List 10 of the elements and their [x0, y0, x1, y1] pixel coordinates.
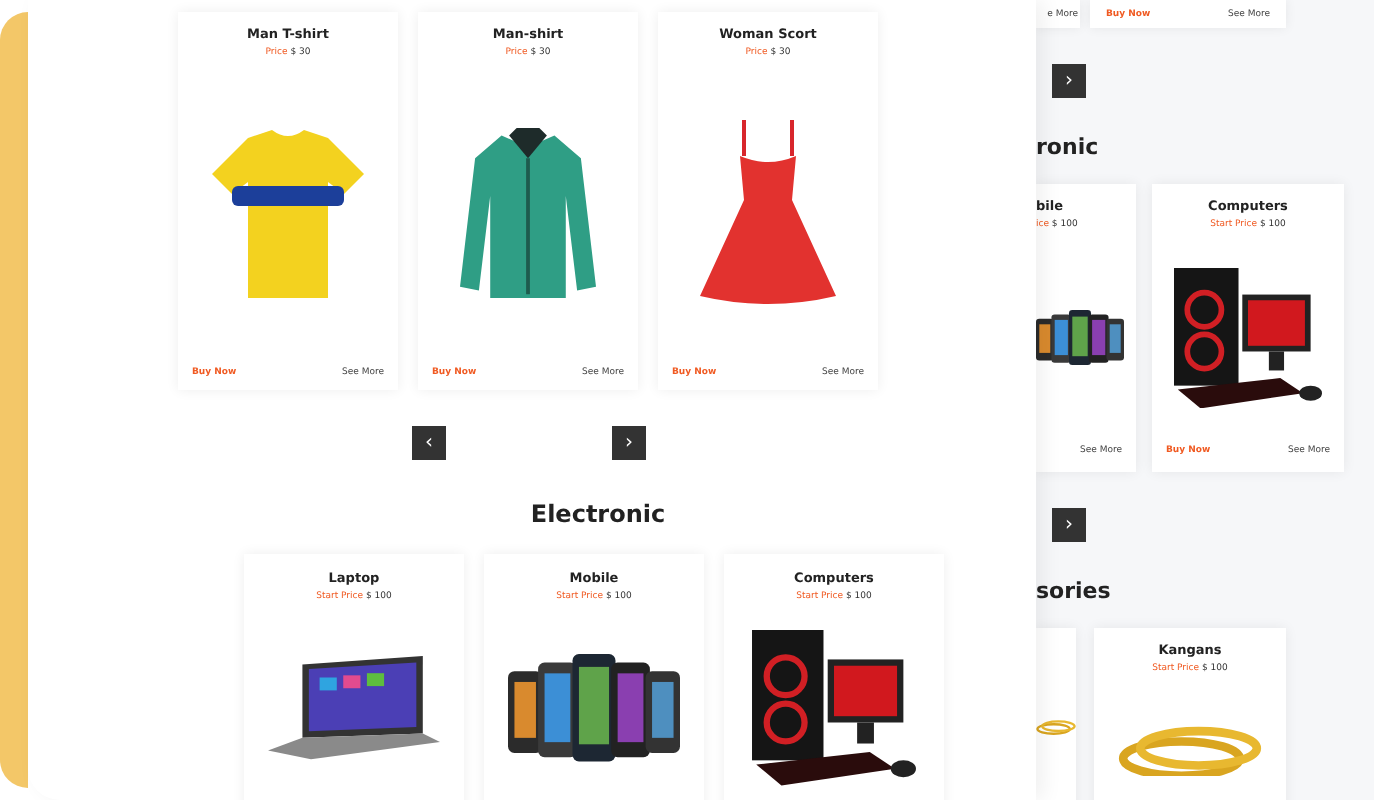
- pager-arrow-button[interactable]: ›: [612, 426, 646, 460]
- pager-arrow-button[interactable]: ‹: [412, 426, 446, 460]
- phones-drawing: [1036, 310, 1124, 366]
- section-heading: ronic: [1036, 132, 1101, 164]
- pager-arrow-button[interactable]: ›: [1052, 64, 1086, 98]
- bangles-drawing: [1118, 725, 1262, 777]
- section-heading: sories: [1036, 576, 1113, 608]
- section-heading: Electronic: [528, 498, 668, 530]
- bangles-drawing: [1036, 720, 1076, 736]
- pager-arrow-button[interactable]: ›: [1052, 508, 1086, 542]
